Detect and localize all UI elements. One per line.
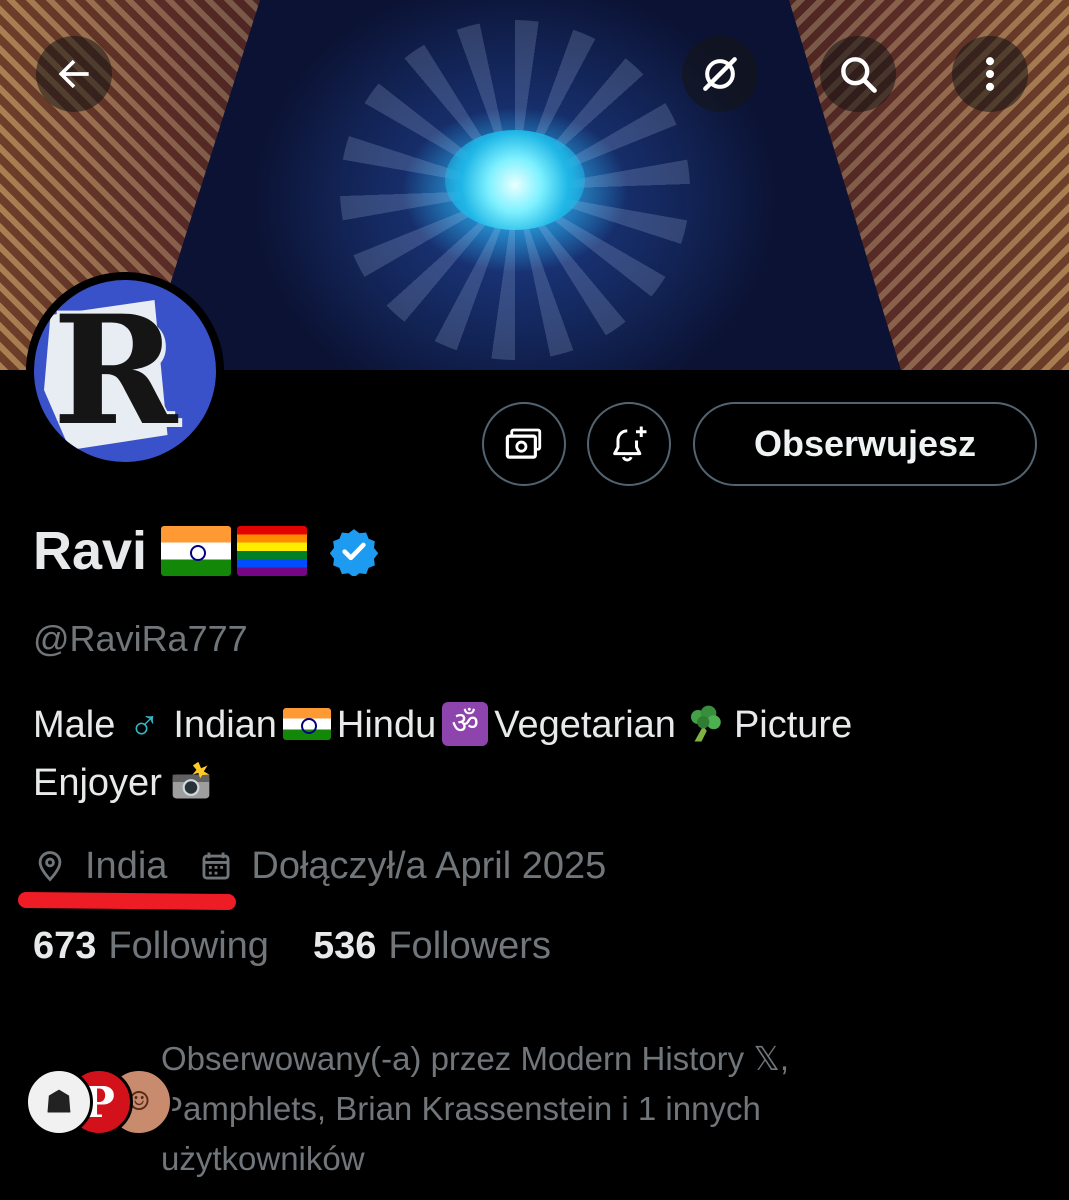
profile-meta: India Dołączył/a April 2025 [33,838,606,894]
verified-badge-icon[interactable] [329,526,379,576]
followed-by-text: Obserwowany(-a) przez Modern History 𝕏, … [161,1034,1051,1184]
camera-flash-icon [168,760,214,804]
profile-handle: @RaviRa777 [33,618,248,659]
profile-joined-date: Dołączył/a April 2025 [251,844,607,887]
india-flag-icon [161,526,232,576]
banner-chandelier [445,130,585,230]
profile-name: Ravi [33,521,148,581]
om-icon: ॐ [442,701,489,746]
arrow-left-icon [58,59,89,89]
grok-button[interactable] [682,36,758,112]
followed-by-section[interactable]: ☗ P ☺ Obserwowany(-a) przez Modern Histo… [25,1034,1055,1184]
followers-link[interactable]: 536 Followers [313,925,551,968]
bio-indian: Indian [173,704,277,746]
avatar-letter: R [52,283,178,459]
profile-avatar[interactable]: R [26,272,224,470]
subscribe-button[interactable] [482,402,566,486]
grok-icon [703,57,737,91]
more-button[interactable] [952,36,1028,112]
search-button[interactable] [820,36,896,112]
profile-stats: 673 Following 536 Followers [33,925,595,968]
bell-plus-icon [613,426,647,462]
followers-label: Followers [388,925,551,967]
profile-bio: Male ♂ Indian Hindu ॐ Vegetarian Picture Enjoye… [33,696,1033,812]
followed-by-avatars: ☗ P ☺ [25,1068,173,1138]
profile-name-row: Ravi [33,520,379,582]
following-button[interactable]: Obserwujesz [693,402,1037,486]
followers-count: 536 [312,925,377,967]
male-sign-icon: ♂ [128,699,161,747]
rainbow-flag-icon [237,526,308,576]
calendar-icon [202,852,230,880]
avatar-modern-history: ☗ [25,1068,93,1136]
following-link[interactable]: 673 Following [33,925,269,968]
more-vertical-icon [985,57,995,91]
back-button[interactable] [36,36,112,112]
notifications-button[interactable] [587,402,671,486]
following-label: Following [108,925,269,967]
india-flag-icon [282,707,331,740]
followed-by-line-3: użytkowników [161,1140,365,1177]
following-count: 673 [33,925,97,967]
bio-enjoyer: Enjoyer [33,762,162,804]
search-icon [841,57,877,93]
bio-vegetarian: Vegetarian [494,704,676,746]
bio-picture: Picture [733,704,853,746]
avatar-image: R [34,280,216,462]
broccoli-icon [682,702,728,746]
bio-hindu: Hindu [336,704,437,746]
annotation-underline [17,891,237,911]
bio-male: Male [33,704,116,746]
followed-by-line-1: Obserwowany(-a) przez Modern History 𝕏, [161,1040,790,1077]
profile-location: India [85,844,168,887]
money-icon [505,428,542,459]
followed-by-line-2: Pamphlets, Brian Krassenstein i 1 innych [161,1090,761,1127]
location-pin-icon [38,851,62,882]
